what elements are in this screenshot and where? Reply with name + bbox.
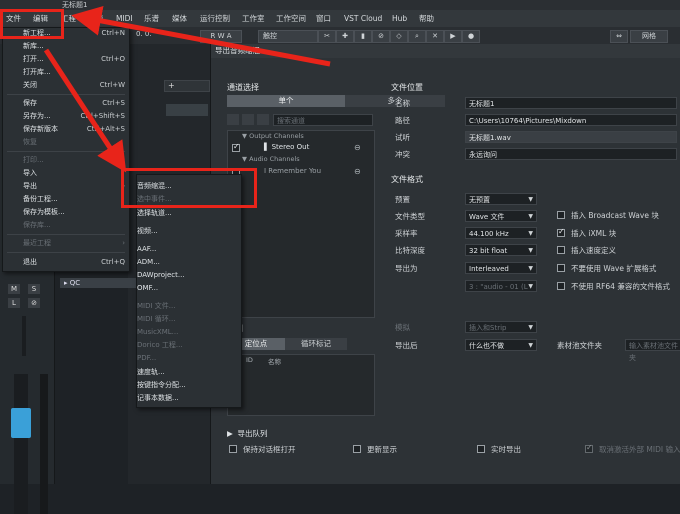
arrow-to-menu xyxy=(71,6,331,67)
arrow-to-export xyxy=(43,48,127,173)
annotation-arrows xyxy=(43,6,331,173)
